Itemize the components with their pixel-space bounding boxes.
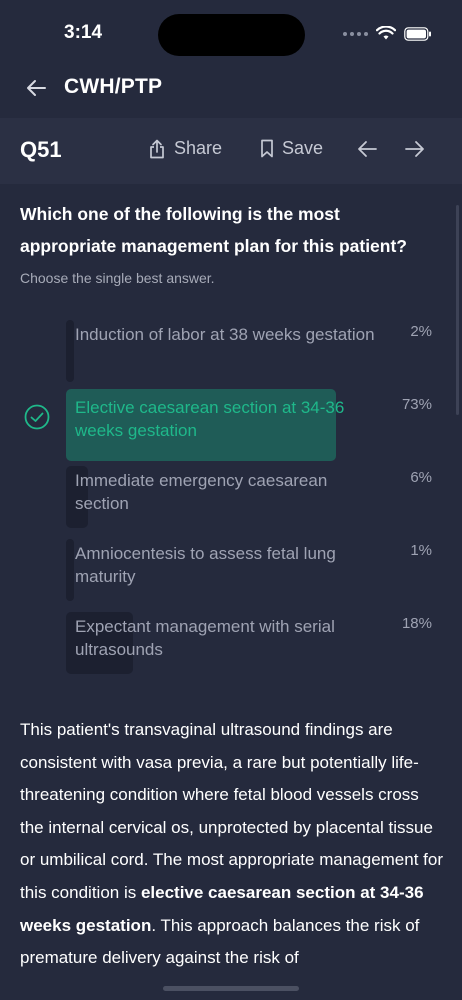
bookmark-icon	[261, 139, 273, 158]
status-time: 3:14	[64, 22, 103, 43]
dynamic-island	[158, 14, 305, 56]
nav-bar: CWH/PTP	[0, 66, 462, 112]
question-instruction: Choose the single best answer.	[20, 270, 215, 286]
save-label: Save	[282, 138, 324, 158]
battery-icon	[404, 26, 431, 41]
answer-option[interactable]: Induction of labor at 38 weeks gestation…	[0, 320, 462, 384]
explanation-text: This patient's transvaginal ultrasound f…	[20, 714, 444, 975]
question-number: Q51	[20, 137, 62, 162]
page-title: CWH/PTP	[64, 75, 163, 98]
home-indicator[interactable]	[163, 986, 299, 991]
previous-question-button[interactable]	[356, 138, 378, 165]
answer-option[interactable]: Immediate emergency caesarean section 6%	[0, 466, 462, 530]
answer-option[interactable]: Expectant management with serial ultraso…	[0, 612, 462, 676]
save-button[interactable]: Save	[260, 138, 323, 159]
question-text: Which one of the following is the most a…	[20, 204, 407, 256]
answer-option-percent: 1%	[410, 542, 432, 559]
back-button[interactable]	[22, 74, 50, 102]
next-question-button[interactable]	[404, 138, 426, 165]
answer-option-percent: 18%	[401, 615, 432, 632]
answer-option-label: Elective caesarean section at 34-36 week…	[75, 398, 345, 440]
arrow-left-icon	[358, 141, 377, 157]
answer-option-label: Induction of labor at 38 weeks gestation	[75, 325, 375, 344]
check-circle-icon	[24, 404, 50, 430]
question-toolbar: Q51 Share Save	[0, 118, 462, 184]
arrow-right-icon	[405, 141, 424, 157]
answer-option-label: Amniocentesis to assess fetal lung matur…	[75, 544, 336, 586]
explanation-part-1: This patient's transvaginal ultrasound f…	[20, 720, 443, 902]
answer-option[interactable]: Amniocentesis to assess fetal lung matur…	[0, 539, 462, 603]
signal-icon	[343, 31, 368, 36]
back-arrow-icon	[27, 80, 46, 96]
answer-percent-bar	[66, 320, 74, 382]
answer-option-percent: 6%	[410, 469, 432, 486]
answer-option-percent: 73%	[401, 396, 432, 413]
share-button[interactable]: Share	[148, 138, 222, 159]
answer-option-label: Expectant management with serial ultraso…	[75, 617, 335, 659]
scrollbar[interactable]	[456, 205, 459, 415]
share-icon	[150, 139, 164, 158]
status-bar: 3:14	[0, 0, 462, 66]
wifi-icon	[376, 26, 396, 40]
answer-option[interactable]: Elective caesarean section at 34-36 week…	[0, 389, 462, 461]
status-icons	[343, 26, 432, 41]
answer-percent-bar	[66, 539, 74, 601]
answer-option-label: Immediate emergency caesarean section	[75, 471, 328, 513]
answer-option-percent: 2%	[410, 323, 432, 340]
share-label: Share	[174, 138, 223, 158]
